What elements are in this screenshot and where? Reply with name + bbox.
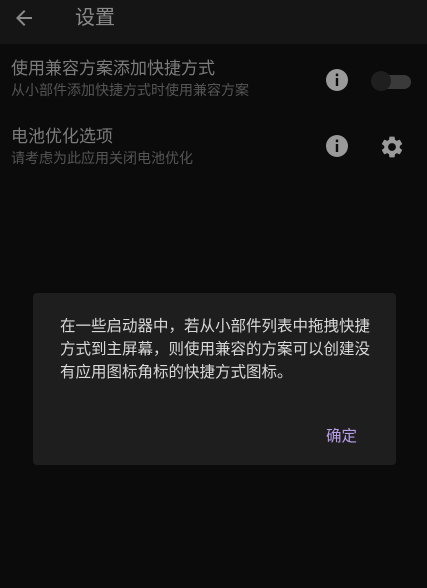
info-dialog: 在一些启动器中，若从小部件列表中拖拽快捷方式到主屏幕，则使用兼容的方案可以创建没… xyxy=(33,293,396,465)
settings-screen: 设置 使用兼容方案添加快捷方式 从小部件添加快捷方式时使用兼容方案 电池优化选项… xyxy=(0,0,427,588)
toggle-thumb xyxy=(371,71,391,91)
back-button[interactable] xyxy=(8,2,40,34)
setting-summary: 请考虑为此应用关闭电池优化 xyxy=(11,151,193,167)
ok-button[interactable]: 确定 xyxy=(326,425,357,447)
setting-title: 使用兼容方案添加快捷方式 xyxy=(11,59,215,79)
compat-shortcut-toggle[interactable] xyxy=(371,71,411,91)
gear-icon xyxy=(381,136,403,158)
battery-settings-button[interactable] xyxy=(379,134,405,160)
setting-title: 电池优化选项 xyxy=(11,127,113,147)
dialog-message: 在一些启动器中，若从小部件列表中拖拽快捷方式到主屏幕，则使用兼容的方案可以创建没… xyxy=(60,317,371,381)
setting-summary: 从小部件添加快捷方式时使用兼容方案 xyxy=(11,83,249,99)
arrow-back-icon xyxy=(16,10,32,26)
info-button[interactable] xyxy=(325,134,349,158)
page-title: 设置 xyxy=(75,5,115,29)
setting-battery-optimization[interactable]: 电池优化选项 请考虑为此应用关闭电池优化 xyxy=(0,120,427,184)
info-icon xyxy=(326,69,348,91)
app-bar: 设置 xyxy=(0,0,427,44)
info-icon xyxy=(326,135,348,157)
setting-compat-shortcut[interactable]: 使用兼容方案添加快捷方式 从小部件添加快捷方式时使用兼容方案 xyxy=(0,52,427,116)
info-button[interactable] xyxy=(325,68,349,92)
